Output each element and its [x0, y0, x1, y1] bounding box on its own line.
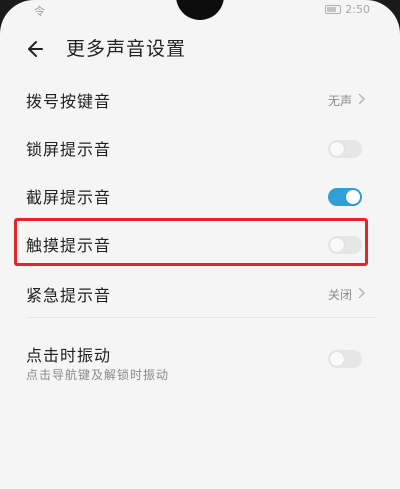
setting-emergency-sound[interactable]: 紧急提示音 关闭: [0, 270, 400, 318]
status-area: 2:50: [325, 3, 370, 16]
setting-lock-sound: 锁屏提示音: [0, 124, 400, 172]
header: 更多声音设置: [0, 28, 400, 68]
setting-value: 关闭: [327, 288, 352, 302]
setting-label: 锁屏提示音: [26, 140, 112, 159]
battery-icon: [325, 5, 342, 14]
highlight-box: [14, 218, 368, 266]
back-arrow-icon: [28, 41, 43, 57]
setting-dial-tone[interactable]: 拨号按键音 无声: [0, 76, 400, 124]
section-divider: [26, 317, 376, 318]
chevron-right-icon: [358, 93, 366, 105]
chevron-right-icon: [358, 287, 366, 299]
setting-label: 截屏提示音: [26, 188, 112, 207]
setting-tap-vibration: 点击时振动 点击导航键及解锁时振动: [0, 330, 400, 388]
tap-vibration-toggle[interactable]: [328, 350, 362, 368]
toggle-knob: [346, 190, 360, 204]
setting-sublabel: 点击导航键及解锁时振动: [26, 368, 170, 382]
status-signal: 令: [34, 5, 45, 18]
camera-notch: [176, 0, 224, 20]
setting-screenshot-sound: 截屏提示音: [0, 172, 400, 220]
setting-value: 无声: [327, 94, 352, 108]
phone-screen: 令 2:50 更多声音设置 拨号按键音 无声 锁屏提示音 截屏提示音 触摸提示音: [0, 0, 400, 489]
toggle-knob: [330, 142, 344, 156]
setting-label: 紧急提示音: [26, 286, 112, 305]
screenshot-sound-toggle[interactable]: [328, 188, 362, 206]
setting-label: 点击时振动: [26, 346, 112, 365]
lock-sound-toggle[interactable]: [328, 140, 362, 158]
back-button[interactable]: [22, 34, 52, 64]
page-title: 更多声音设置: [66, 38, 187, 60]
status-time: 2:50: [345, 3, 370, 16]
setting-label: 拨号按键音: [26, 92, 112, 111]
toggle-knob: [330, 352, 344, 366]
